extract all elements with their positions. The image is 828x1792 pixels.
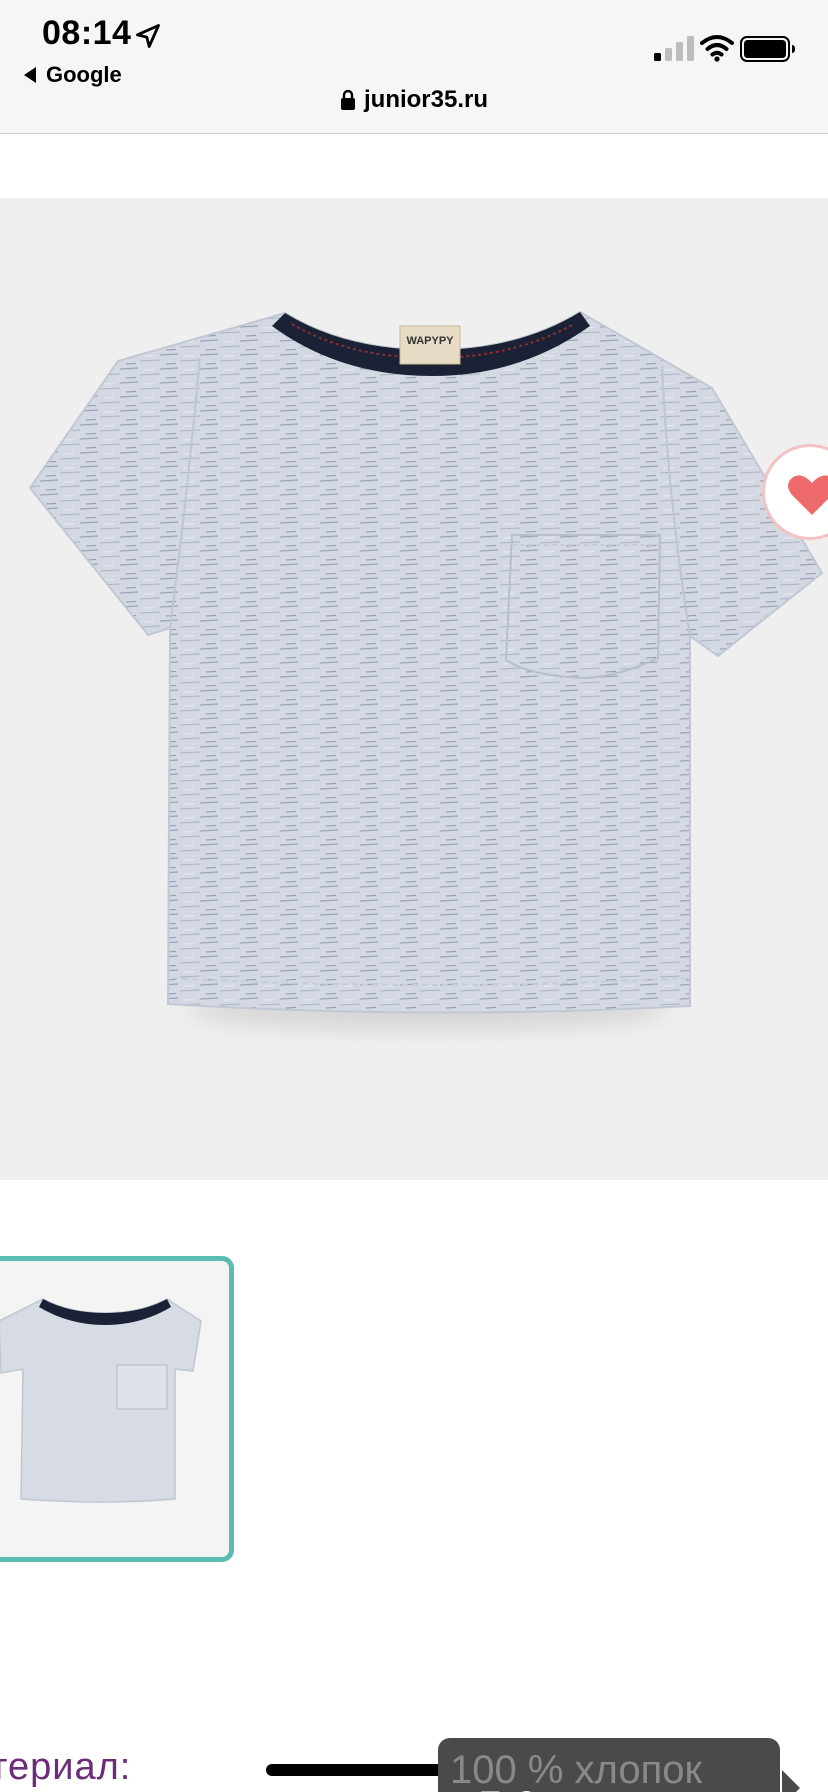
brand-label-text: WAPYPY [406,335,454,347]
clock: 08:14 [42,14,132,52]
location-arrow-icon [136,24,160,48]
signal-icon [654,36,694,61]
back-to-app-link[interactable]: Google [24,62,122,88]
heart-icon [788,475,828,515]
tshirt-thumbnail-image [0,1298,202,1503]
material-label: териал: [0,1746,132,1788]
product-thumbnail[interactable] [0,1256,234,1562]
tooltip-subtext: Б 3 [478,1784,538,1792]
status-bar: 08:14 Google junior35.ru [0,0,828,134]
material-tooltip: 100 % хлопок Б 3 [438,1738,780,1792]
tooltip-arrow-icon [782,1770,800,1792]
lock-icon [340,89,355,110]
url-text: junior35.ru [363,86,489,113]
tshirt-image: WAPYPY [28,310,824,1032]
back-triangle-icon [24,67,36,83]
address-bar[interactable]: junior35.ru [0,86,828,114]
product-main-image[interactable]: WAPYPY [0,198,828,1180]
battery-icon [740,36,795,62]
wifi-icon [700,35,734,62]
back-app-label: Google [46,62,122,87]
